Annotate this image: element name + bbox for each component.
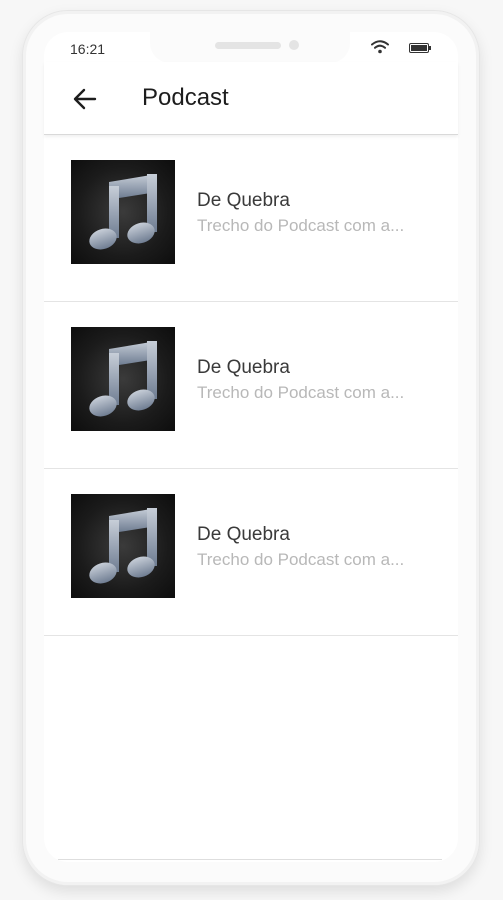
app-bar: Podcast xyxy=(44,62,458,135)
front-camera xyxy=(289,40,299,50)
list-item[interactable]: De Quebra Trecho do Podcast com a... xyxy=(44,469,458,636)
podcast-title: De Quebra xyxy=(197,190,290,211)
podcast-excerpt: Trecho do Podcast com a... xyxy=(197,383,405,402)
music-note-icon xyxy=(89,508,157,584)
podcast-title: De Quebra xyxy=(197,357,290,378)
podcast-excerpt: Trecho do Podcast com a... xyxy=(197,216,405,235)
battery-icon xyxy=(409,43,431,53)
status-time: 16:21 xyxy=(70,41,106,57)
speaker xyxy=(215,42,281,49)
list-item[interactable]: De Quebra Trecho do Podcast com a... xyxy=(44,302,458,469)
podcast-list: De Quebra Trecho do Podcast com a... De … xyxy=(44,135,458,636)
arrow-left-icon[interactable] xyxy=(70,84,100,114)
list-item[interactable]: De Quebra Trecho do Podcast com a... xyxy=(44,135,458,302)
music-note-icon xyxy=(89,341,157,417)
podcast-thumbnail xyxy=(71,494,175,598)
wifi-icon xyxy=(371,40,389,54)
podcast-excerpt: Trecho do Podcast com a... xyxy=(197,550,405,569)
podcast-title: De Quebra xyxy=(197,524,290,545)
podcast-thumbnail xyxy=(71,160,175,264)
podcast-thumbnail xyxy=(71,327,175,431)
page-title: Podcast xyxy=(142,84,229,111)
home-indicator-divider xyxy=(58,859,442,860)
music-note-icon xyxy=(89,174,157,250)
